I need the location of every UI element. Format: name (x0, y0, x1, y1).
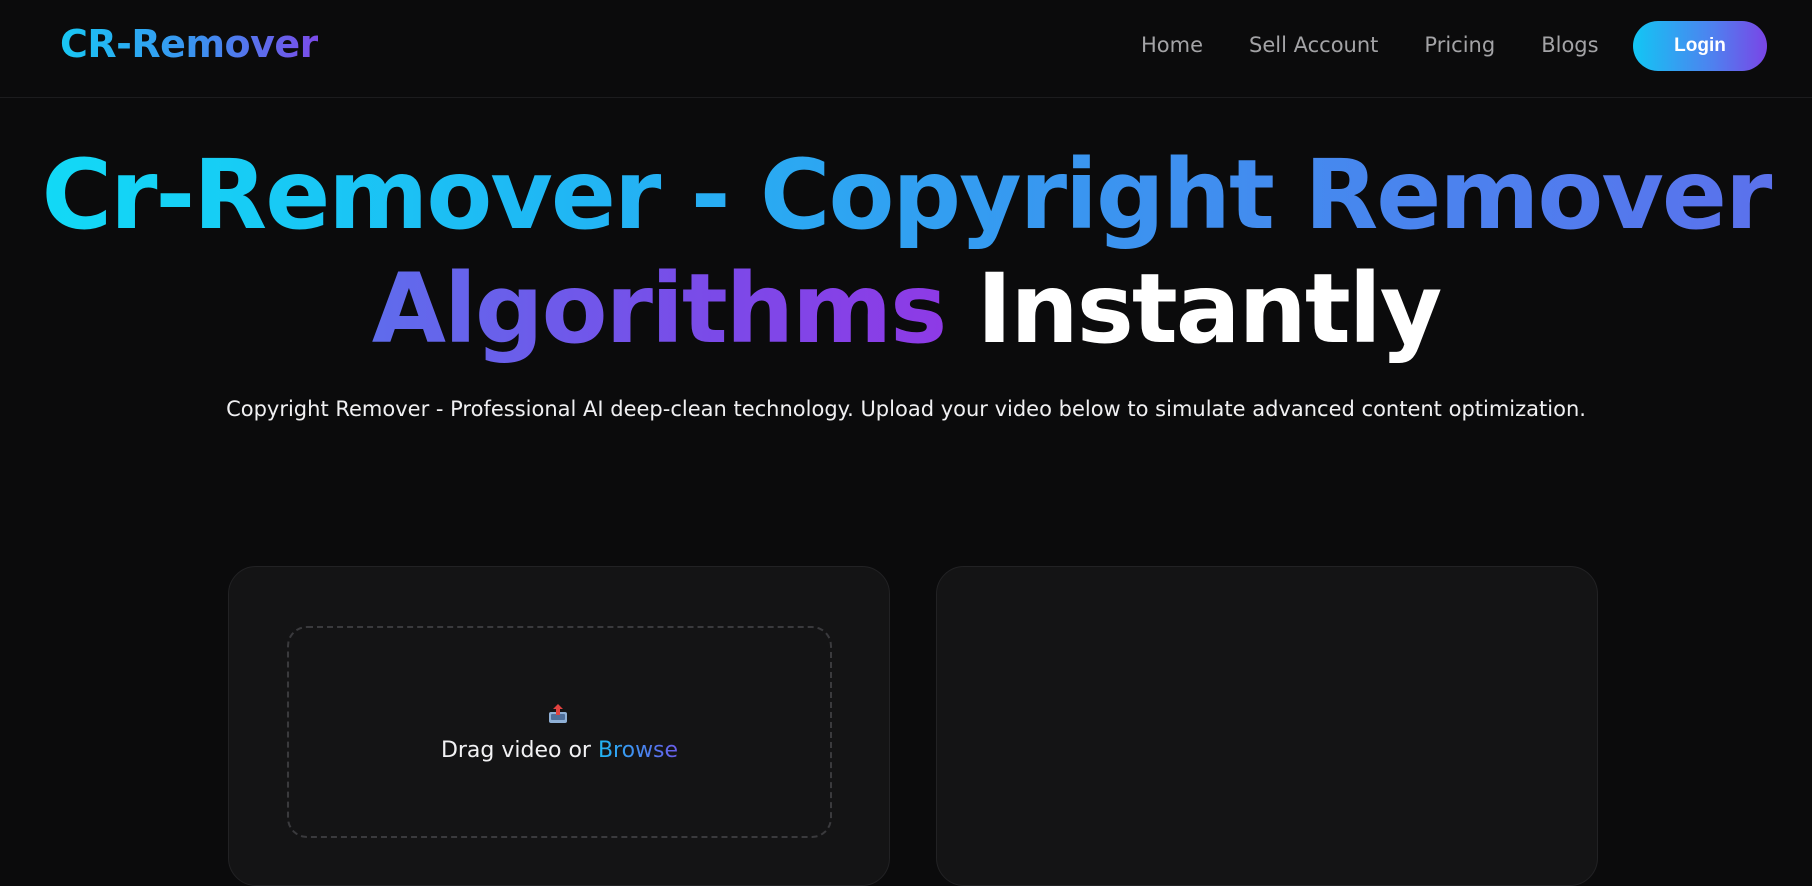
hero-title-line-2: Algorithms Instantly (0, 252, 1812, 366)
hero-title: Cr-Remover - Copyright Remover Algorithm… (0, 138, 1812, 366)
brand-logo[interactable]: CR-Remover (60, 22, 318, 66)
preview-card (936, 566, 1598, 886)
hero-title-line-1: Cr-Remover - Copyright Remover (0, 138, 1812, 252)
nav-link-home[interactable]: Home (1141, 33, 1203, 57)
top-navbar: CR-Remover Home Sell Account Pricing Blo… (0, 0, 1812, 98)
video-dropzone[interactable]: Drag video or Browse (287, 626, 832, 838)
dropzone-text: Drag video or Browse (289, 738, 830, 763)
login-button[interactable]: Login (1633, 21, 1767, 71)
hero-title-plain-word: Instantly (976, 253, 1443, 365)
drag-video-text: Drag video or (440, 738, 591, 763)
nav-links: Home Sell Account Pricing Blogs (1141, 33, 1599, 57)
hero-title-gradient-word: Algorithms (371, 253, 948, 365)
upload-tray-icon (549, 704, 567, 723)
nav-link-pricing[interactable]: Pricing (1424, 33, 1495, 57)
browse-link[interactable]: Browse (598, 738, 678, 763)
hero-subtitle: Copyright Remover - Professional AI deep… (226, 397, 1586, 421)
nav-link-blogs[interactable]: Blogs (1541, 33, 1598, 57)
upload-card: Drag video or Browse (228, 566, 890, 886)
nav-link-sell-account[interactable]: Sell Account (1249, 33, 1378, 57)
